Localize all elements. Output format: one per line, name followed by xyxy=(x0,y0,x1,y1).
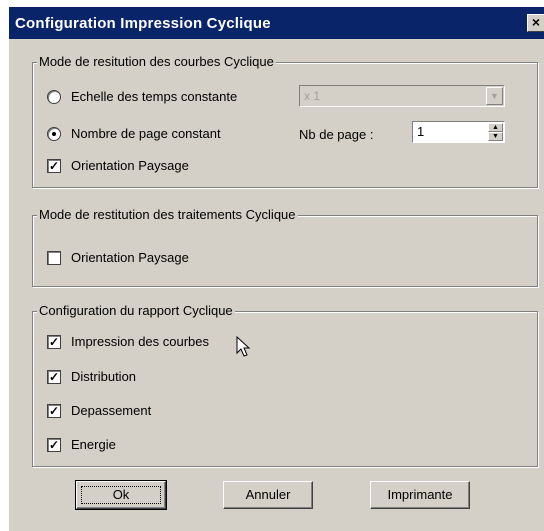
checkbox-energie[interactable]: ✓ xyxy=(47,437,61,452)
echelle-combo[interactable]: x 1 ▼ xyxy=(299,85,505,107)
nb-page-value[interactable]: 1 xyxy=(417,124,424,139)
check-depassement[interactable]: ✓ Depassement xyxy=(47,403,151,418)
check-orientation-courbes-label: Orientation Paysage xyxy=(71,158,189,173)
close-button[interactable]: × xyxy=(527,14,544,32)
ok-button[interactable]: Ok xyxy=(75,480,167,510)
radio-echelle-label: Echelle des temps constante xyxy=(71,89,238,104)
group-rapport-title: Configuration du rapport Cyclique xyxy=(37,303,235,319)
spin-down-icon[interactable]: ▼ xyxy=(488,132,503,141)
nb-page-label: Nb de page : xyxy=(299,127,374,142)
nb-page-spinner[interactable]: 1 ▲ ▼ xyxy=(412,121,505,143)
checkbox-orientation-traitements[interactable] xyxy=(47,250,61,265)
printer-button-label: Imprimante xyxy=(387,487,453,502)
check-energie-label: Energie xyxy=(71,437,116,452)
title-bar[interactable]: Configuration Impression Cyclique × xyxy=(9,7,544,39)
radio-echelle-indicator[interactable] xyxy=(47,89,61,104)
focus-rect xyxy=(81,486,161,504)
mouse-pointer-icon xyxy=(236,336,251,357)
printer-button[interactable]: Imprimante xyxy=(370,481,470,509)
group-courbes: Mode de resitution des courbes Cyclique … xyxy=(32,54,538,188)
cancel-button[interactable]: Annuler xyxy=(223,481,313,509)
checkbox-orientation-courbes[interactable]: ✓ xyxy=(47,158,61,173)
checkbox-impression-courbes[interactable]: ✓ xyxy=(47,334,61,349)
checkbox-distribution[interactable]: ✓ xyxy=(47,369,61,384)
group-traitements: Mode de restitution des traitements Cycl… xyxy=(32,207,538,287)
spinner-buttons: ▲ ▼ xyxy=(488,123,503,141)
check-impression-courbes-label: Impression des courbes xyxy=(71,334,210,349)
cancel-button-label: Annuler xyxy=(245,487,291,502)
check-distribution-label: Distribution xyxy=(71,369,137,384)
check-depassement-label: Depassement xyxy=(71,403,152,418)
radio-nbpage-label: Nombre de page constant xyxy=(71,126,221,141)
group-traitements-title: Mode de restitution des traitements Cycl… xyxy=(37,207,298,223)
check-orientation-courbes[interactable]: ✓ Orientation Paysage xyxy=(47,158,189,173)
radio-nombre-page[interactable]: Nombre de page constant xyxy=(47,126,221,141)
check-distribution[interactable]: ✓ Distribution xyxy=(47,369,136,384)
check-orientation-traitements[interactable]: Orientation Paysage xyxy=(47,250,189,265)
checkbox-depassement[interactable]: ✓ xyxy=(47,403,61,418)
check-orientation-traitements-label: Orientation Paysage xyxy=(71,250,189,265)
radio-echelle-temps[interactable]: Echelle des temps constante xyxy=(47,89,237,104)
close-icon: × xyxy=(531,14,541,30)
echelle-combo-value: x 1 xyxy=(304,89,321,103)
group-rapport: Configuration du rapport Cyclique ✓ Impr… xyxy=(32,303,538,467)
spin-up-icon[interactable]: ▲ xyxy=(488,123,503,132)
dropdown-arrow-icon[interactable]: ▼ xyxy=(486,87,503,105)
group-courbes-title: Mode de resitution des courbes Cyclique xyxy=(37,54,276,70)
check-energie[interactable]: ✓ Energie xyxy=(47,437,116,452)
dialog-window: Configuration Impression Cyclique × Mode… xyxy=(8,6,544,531)
window-title: Configuration Impression Cyclique xyxy=(15,14,271,32)
radio-nbpage-indicator[interactable] xyxy=(47,126,61,141)
check-impression-courbes[interactable]: ✓ Impression des courbes xyxy=(47,334,209,349)
